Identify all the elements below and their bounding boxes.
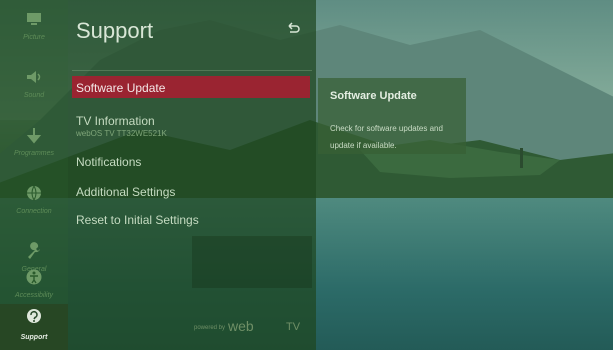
accessibility-icon — [26, 269, 42, 285]
page-title: Support — [76, 18, 154, 43]
settings-category-rail: Picture Sound Programmes Connection Gene… — [0, 0, 68, 350]
menu-item-tv-information[interactable]: TV Information webOS TV TT32WE521K — [72, 112, 310, 142]
menu-item-additional-settings[interactable]: Additional Settings — [72, 183, 310, 201]
rail-item-sound[interactable]: Sound — [0, 58, 68, 116]
globe-icon — [27, 185, 41, 202]
menu-item-label: Software Update — [76, 81, 166, 95]
webos-tv-text: TV — [286, 321, 301, 333]
webos-logo-text: web — [228, 318, 254, 334]
menu-item-label: TV Information — [76, 114, 155, 128]
title-divider — [72, 70, 312, 71]
menu-item-label: Notifications — [76, 155, 142, 169]
menu-item-label: Reset to Initial Settings — [76, 213, 199, 227]
menu-item-software-update[interactable]: Software Update — [72, 76, 310, 98]
support-menu-panel: Support Software Update TV Information w… — [68, 0, 316, 350]
rail-label-connection: Connection — [16, 208, 52, 215]
rail-label-programmes: Programmes — [13, 150, 55, 157]
back-icon[interactable] — [286, 22, 300, 36]
dimmed-overlay — [192, 236, 312, 288]
rail-item-connection[interactable]: Connection — [0, 174, 68, 232]
info-title: Software Update — [330, 90, 417, 102]
rail-item-programmes[interactable]: Programmes — [0, 116, 68, 174]
powered-by-text: powered by — [194, 325, 226, 331]
menu-item-reset-initial-settings[interactable]: Reset to Initial Settings — [72, 211, 310, 229]
picture-icon — [27, 13, 41, 25]
rail-label-picture: Picture — [23, 34, 45, 41]
rail-label-accessibility: Accessibility — [14, 292, 54, 299]
rail-label-support: Support — [20, 334, 48, 341]
rail-item-picture[interactable]: Picture — [0, 0, 68, 58]
tv-model-text: webOS TV TT32WE521K — [76, 129, 167, 138]
menu-item-label: Additional Settings — [76, 185, 176, 199]
rail-item-support[interactable]: Support — [0, 304, 68, 350]
info-panel: Software Update Check for software updat… — [318, 78, 466, 154]
antenna-icon — [26, 128, 42, 144]
info-description: Check for software updates and update if… — [330, 124, 443, 150]
support-icon — [27, 309, 41, 323]
sound-icon — [27, 71, 41, 83]
rail-label-sound: Sound — [23, 92, 45, 99]
menu-item-notifications[interactable]: Notifications — [72, 153, 310, 171]
